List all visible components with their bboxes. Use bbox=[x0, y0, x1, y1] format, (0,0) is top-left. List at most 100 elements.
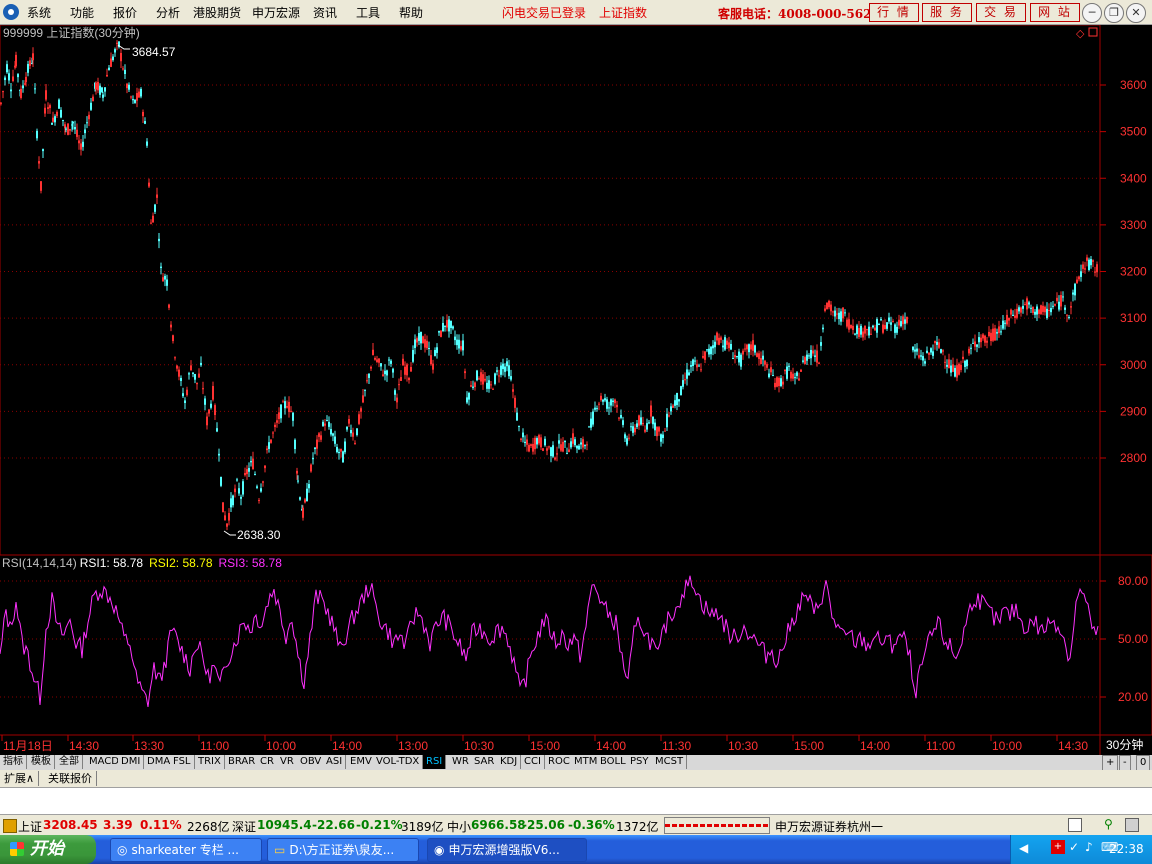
indicator-tab-rsi[interactable]: RSI bbox=[423, 755, 447, 769]
menu-help[interactable]: 帮助 bbox=[399, 4, 423, 21]
candle-body bbox=[686, 369, 688, 379]
sh-value[interactable]: 3208.45 bbox=[43, 818, 98, 832]
candle-body bbox=[1050, 308, 1052, 313]
candle-body bbox=[434, 349, 436, 356]
candle-body bbox=[1088, 259, 1090, 271]
candle-body bbox=[170, 324, 172, 328]
menu-hk-futures[interactable]: 港股期货 bbox=[193, 4, 241, 21]
settings-icon[interactable] bbox=[1125, 818, 1139, 832]
trade-button[interactable]: 交 易 bbox=[976, 3, 1026, 22]
indicator-tab-vr[interactable]: VR bbox=[277, 755, 298, 769]
indicator-tab-模板[interactable]: 模板 bbox=[28, 755, 55, 769]
candle-body bbox=[404, 366, 406, 375]
candle-body bbox=[372, 349, 374, 356]
start-button[interactable]: 开始 bbox=[0, 835, 96, 864]
period-label[interactable]: 30分钟 bbox=[1106, 737, 1143, 752]
indicator-tab-cci[interactable]: CCI bbox=[521, 755, 545, 769]
candle-body bbox=[152, 215, 154, 223]
candle-body bbox=[29, 60, 31, 66]
tab-related-quotes[interactable]: 关联报价 bbox=[44, 771, 97, 786]
candle-body bbox=[944, 361, 946, 363]
chart-control-2[interactable]: 0 bbox=[1136, 755, 1151, 771]
tab-expand[interactable]: 扩展∧ bbox=[0, 771, 40, 786]
candle-body bbox=[576, 445, 578, 449]
candle-body bbox=[556, 453, 558, 455]
sz-value[interactable]: 10945.4 bbox=[257, 818, 312, 832]
indicator-tab-全部[interactable]: 全部 bbox=[56, 755, 83, 769]
indicator-tab-mcst[interactable]: MCST bbox=[652, 755, 688, 769]
chart-options-icon[interactable]: ◇ bbox=[1076, 27, 1085, 40]
task-folder[interactable]: ▭ D:\方正证券\泉友... bbox=[267, 838, 419, 862]
indicator-tab-vol-tdx[interactable]: VOL-TDX bbox=[373, 755, 424, 769]
candle-body bbox=[810, 349, 812, 359]
indicator-tab-dmi[interactable]: DMI bbox=[118, 755, 145, 769]
candle-body bbox=[952, 364, 954, 372]
candle-body bbox=[1066, 314, 1068, 316]
menu-news[interactable]: 资讯 bbox=[313, 4, 337, 21]
candle-body bbox=[1046, 308, 1048, 319]
tray-app-icon[interactable]: + bbox=[1051, 840, 1065, 854]
minimize-icon[interactable]: ─ bbox=[1082, 3, 1102, 23]
sub-tab-bar: 扩展∧ 关联报价 bbox=[0, 770, 1152, 788]
candle-body bbox=[964, 360, 966, 367]
indicator-tab-asi[interactable]: ASI bbox=[323, 755, 347, 769]
tray-volume-icon[interactable]: ♪ bbox=[1085, 840, 1093, 854]
indicator-tab-fsl[interactable]: FSL bbox=[170, 755, 195, 769]
indicator-tab-trix[interactable]: TRIX bbox=[195, 755, 225, 769]
price-tick-label: 2800 bbox=[1120, 451, 1147, 465]
indicator-tab-roc[interactable]: ROC bbox=[545, 755, 574, 769]
menu-system[interactable]: 系统 bbox=[27, 4, 51, 21]
candle-body bbox=[932, 351, 934, 356]
zx-value[interactable]: 6966.58 bbox=[471, 818, 526, 832]
app-logo-icon[interactable] bbox=[3, 4, 19, 20]
candle-body bbox=[638, 415, 640, 426]
menu-function[interactable]: 功能 bbox=[70, 4, 94, 21]
indicator-tab-emv[interactable]: EMV bbox=[347, 755, 376, 769]
website-button[interactable]: 网 站 bbox=[1030, 3, 1080, 22]
candle-body bbox=[656, 426, 658, 437]
task-swhy-app[interactable]: ◉ 申万宏源增强版V6... bbox=[427, 838, 587, 862]
restore-icon[interactable]: ❐ bbox=[1104, 3, 1124, 23]
indicator-tab-boll[interactable]: BOLL bbox=[597, 755, 630, 769]
clock[interactable]: 22:38 bbox=[1109, 842, 1144, 856]
chart-control-0[interactable]: + bbox=[1102, 755, 1119, 771]
candle-body bbox=[862, 331, 864, 338]
candle-body bbox=[1004, 322, 1006, 324]
candle-body bbox=[1080, 271, 1082, 277]
candle-body bbox=[274, 424, 276, 428]
tray-arrow-icon[interactable]: ◀ bbox=[1019, 841, 1028, 855]
service-button[interactable]: 服 务 bbox=[922, 3, 972, 22]
tray-network-icon[interactable]: ✓ bbox=[1069, 840, 1079, 854]
time-tick-label: 11:00 bbox=[200, 739, 229, 753]
indicator-tab-wr[interactable]: WR bbox=[449, 755, 473, 769]
menu-swhy[interactable]: 申万宏源 bbox=[252, 4, 300, 21]
indicator-tab-cr[interactable]: CR bbox=[257, 755, 278, 769]
lock-icon[interactable] bbox=[3, 819, 17, 833]
candle-body bbox=[390, 360, 392, 364]
candle-body bbox=[322, 421, 324, 426]
indicator-tab-psy[interactable]: PSY bbox=[627, 755, 653, 769]
indicator-tab-obv[interactable]: OBV bbox=[297, 755, 326, 769]
indicator-tab-指标[interactable]: 指标 bbox=[0, 755, 27, 769]
indicator-tab-brar[interactable]: BRAR bbox=[225, 755, 260, 769]
market-button[interactable]: 行 情 bbox=[869, 3, 919, 22]
task-sharkeater[interactable]: ◎ sharkeater 专栏 ... bbox=[110, 838, 262, 862]
chart-maximize-icon[interactable] bbox=[1088, 27, 1098, 37]
candle-body bbox=[44, 107, 46, 114]
close-icon[interactable]: ✕ bbox=[1126, 3, 1146, 23]
candle-body bbox=[594, 407, 596, 410]
chart-control-1[interactable]: - bbox=[1119, 755, 1131, 771]
menu-analysis[interactable]: 分析 bbox=[156, 4, 180, 21]
candle-body bbox=[640, 417, 642, 425]
indicator-tab-sar[interactable]: SAR bbox=[471, 755, 499, 769]
chart-area[interactable]: 3600 3500 3400 3300 3200 3100 3000 2900 2800 80.… bbox=[0, 25, 1152, 755]
indicator-tab-kdj[interactable]: KDJ bbox=[497, 755, 522, 769]
candle-body bbox=[114, 49, 116, 53]
chart-title: 999999 上证指数(30分钟) bbox=[3, 25, 140, 40]
candle-body bbox=[990, 332, 992, 342]
menu-tools[interactable]: 工具 bbox=[356, 4, 380, 21]
menu-quote[interactable]: 报价 bbox=[113, 4, 137, 21]
candle-body bbox=[840, 311, 842, 322]
candle-body bbox=[362, 395, 364, 403]
notice-icon[interactable] bbox=[1068, 818, 1082, 832]
